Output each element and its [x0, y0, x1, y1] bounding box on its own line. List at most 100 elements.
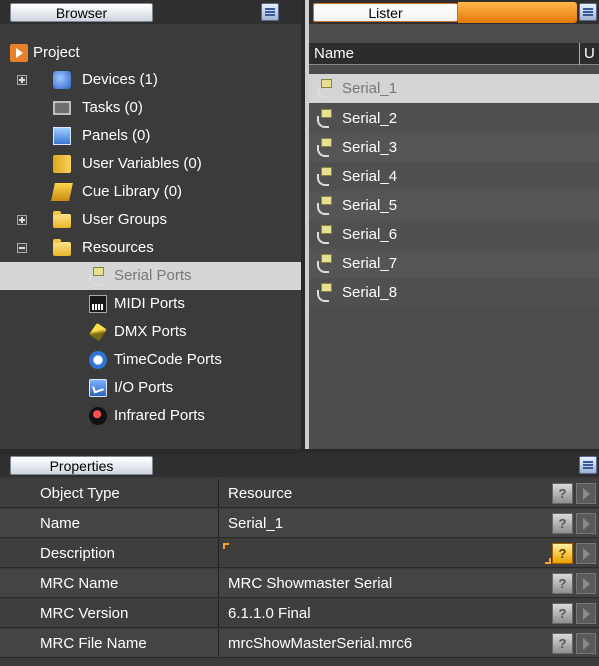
- tree-item-user-variables[interactable]: User Variables (0): [0, 150, 301, 178]
- list-item-label: Serial_1: [342, 80, 398, 97]
- property-key: MRC Name: [40, 575, 119, 592]
- list-item[interactable]: Serial_5: [309, 191, 599, 220]
- tree-item-label: Cue Library (0): [82, 183, 183, 200]
- list-item[interactable]: Serial_6: [309, 220, 599, 249]
- arrow-right-icon[interactable]: [576, 483, 596, 504]
- column-divider: [218, 509, 219, 537]
- timecode-icon: [89, 351, 107, 369]
- edit-corner-marker: [223, 543, 229, 549]
- tree-item-label: I/O Ports: [114, 379, 174, 396]
- tasks-icon: [53, 101, 71, 115]
- lister-tab[interactable]: Lister: [313, 3, 458, 22]
- tree-item-midi-ports[interactable]: MIDI Ports: [0, 290, 301, 318]
- property-key: Description: [40, 545, 116, 562]
- arrow-right-icon[interactable]: [576, 603, 596, 624]
- arrow-right-icon[interactable]: [576, 633, 596, 654]
- tree-item-dmx-ports[interactable]: DMX Ports: [0, 318, 301, 346]
- serial-port-icon: [315, 282, 335, 302]
- serial-port-icon: [315, 195, 335, 215]
- list-item[interactable]: Serial_7: [309, 249, 599, 278]
- list-item[interactable]: Serial_3: [309, 133, 599, 162]
- expand-plus-icon[interactable]: [17, 215, 27, 225]
- tree-item-cue-library[interactable]: Cue Library (0): [0, 178, 301, 206]
- column-u-header[interactable]: U: [579, 43, 599, 65]
- arrow-right-icon[interactable]: [576, 543, 596, 564]
- property-key: MRC File Name: [40, 635, 147, 652]
- tree-item-label: Panels (0): [82, 127, 151, 144]
- property-row-mrc-version[interactable]: MRC Version 6.1.1.0 Final ?: [0, 599, 599, 628]
- property-key: Object Type: [40, 485, 120, 502]
- list-item[interactable]: Serial_1: [309, 74, 599, 103]
- tree-item-label: Project: [33, 44, 80, 61]
- arrow-right-icon[interactable]: [576, 513, 596, 534]
- property-value[interactable]: 6.1.1.0 Final: [228, 599, 311, 628]
- property-row-object-type[interactable]: Object Type Resource ?: [0, 479, 599, 508]
- io-port-icon: [89, 379, 107, 397]
- tree-item-tasks[interactable]: Tasks (0): [0, 94, 301, 122]
- property-value[interactable]: Serial_1: [228, 509, 283, 538]
- lister-panel: Lister Name U Serial_1 Serial_2 Serial_3…: [309, 0, 599, 449]
- help-icon[interactable]: ?: [552, 603, 573, 624]
- tree-item-label: Tasks (0): [82, 99, 143, 116]
- help-icon[interactable]: ?: [552, 513, 573, 534]
- cue-library-icon: [51, 183, 73, 201]
- serial-port-icon: [87, 266, 107, 286]
- property-row-description[interactable]: Description ?: [0, 539, 599, 568]
- column-divider: [218, 629, 219, 657]
- tree-item-label: DMX Ports: [114, 323, 187, 340]
- tree-item-label: MIDI Ports: [114, 295, 185, 312]
- list-item-label: Serial_7: [342, 255, 398, 272]
- list-item[interactable]: Serial_2: [309, 104, 599, 133]
- lister-dock-button[interactable]: [579, 3, 597, 21]
- list-item[interactable]: Serial_4: [309, 162, 599, 191]
- serial-port-icon: [315, 253, 335, 273]
- property-value[interactable]: MRC Showmaster Serial: [228, 569, 392, 598]
- tree-item-panels[interactable]: Panels (0): [0, 122, 301, 150]
- property-key: Name: [40, 515, 81, 532]
- properties-tab[interactable]: Properties: [10, 456, 153, 475]
- tree-item-project[interactable]: Project: [0, 40, 301, 66]
- tree-item-resources[interactable]: Resources: [0, 234, 301, 262]
- expand-plus-icon[interactable]: [17, 75, 27, 85]
- tree-item-serial-ports[interactable]: Serial Ports: [0, 262, 301, 290]
- column-divider: [218, 599, 219, 627]
- tree-item-timecode-ports[interactable]: TimeCode Ports: [0, 346, 301, 374]
- list-item-label: Serial_4: [342, 168, 398, 185]
- properties-panel: Properties Object Type Resource ? Name S…: [0, 449, 599, 666]
- list-item-label: Serial_2: [342, 110, 398, 127]
- tree-item-label: Infrared Ports: [114, 407, 205, 424]
- lister-column-header: Name U: [309, 43, 599, 65]
- list-item-label: Serial_8: [342, 284, 398, 301]
- property-value[interactable]: mrcShowMasterSerial.mrc6: [228, 629, 412, 658]
- property-row-mrc-name[interactable]: MRC Name MRC Showmaster Serial ?: [0, 569, 599, 598]
- browser-dock-button[interactable]: [261, 3, 279, 21]
- properties-dock-button[interactable]: [579, 456, 597, 474]
- infrared-icon: [89, 407, 107, 425]
- collapse-minus-icon[interactable]: [17, 243, 27, 253]
- tree-item-devices[interactable]: Devices (1): [0, 66, 301, 94]
- help-icon[interactable]: ?: [552, 483, 573, 504]
- folder-icon: [53, 211, 71, 228]
- help-icon[interactable]: ?: [552, 543, 573, 564]
- properties-title-bar: Properties: [0, 453, 599, 477]
- column-name-header[interactable]: Name: [314, 45, 354, 62]
- help-icon[interactable]: ?: [552, 633, 573, 654]
- tree-item-infrared-ports[interactable]: Infrared Ports: [0, 402, 301, 430]
- property-value[interactable]: Resource: [228, 479, 292, 508]
- list-item[interactable]: Serial_8: [309, 278, 599, 307]
- tree-item-label: User Variables (0): [82, 155, 202, 172]
- tree-item-label: Resources: [82, 239, 154, 256]
- properties-grid: Object Type Resource ? Name Serial_1 ? D…: [0, 479, 599, 666]
- help-icon[interactable]: ?: [552, 573, 573, 594]
- serial-port-icon: [315, 224, 335, 244]
- tree-item-io-ports[interactable]: I/O Ports: [0, 374, 301, 402]
- serial-port-icon: [315, 166, 335, 186]
- panels-icon: [53, 127, 71, 145]
- property-row-mrc-file-name[interactable]: MRC File Name mrcShowMasterSerial.mrc6 ?: [0, 629, 599, 658]
- serial-port-icon: [315, 78, 335, 98]
- arrow-right-icon[interactable]: [576, 573, 596, 594]
- tree-item-label: User Groups: [82, 211, 168, 228]
- property-row-name[interactable]: Name Serial_1 ?: [0, 509, 599, 538]
- browser-tab[interactable]: Browser: [10, 3, 153, 22]
- tree-item-user-groups[interactable]: User Groups: [0, 206, 301, 234]
